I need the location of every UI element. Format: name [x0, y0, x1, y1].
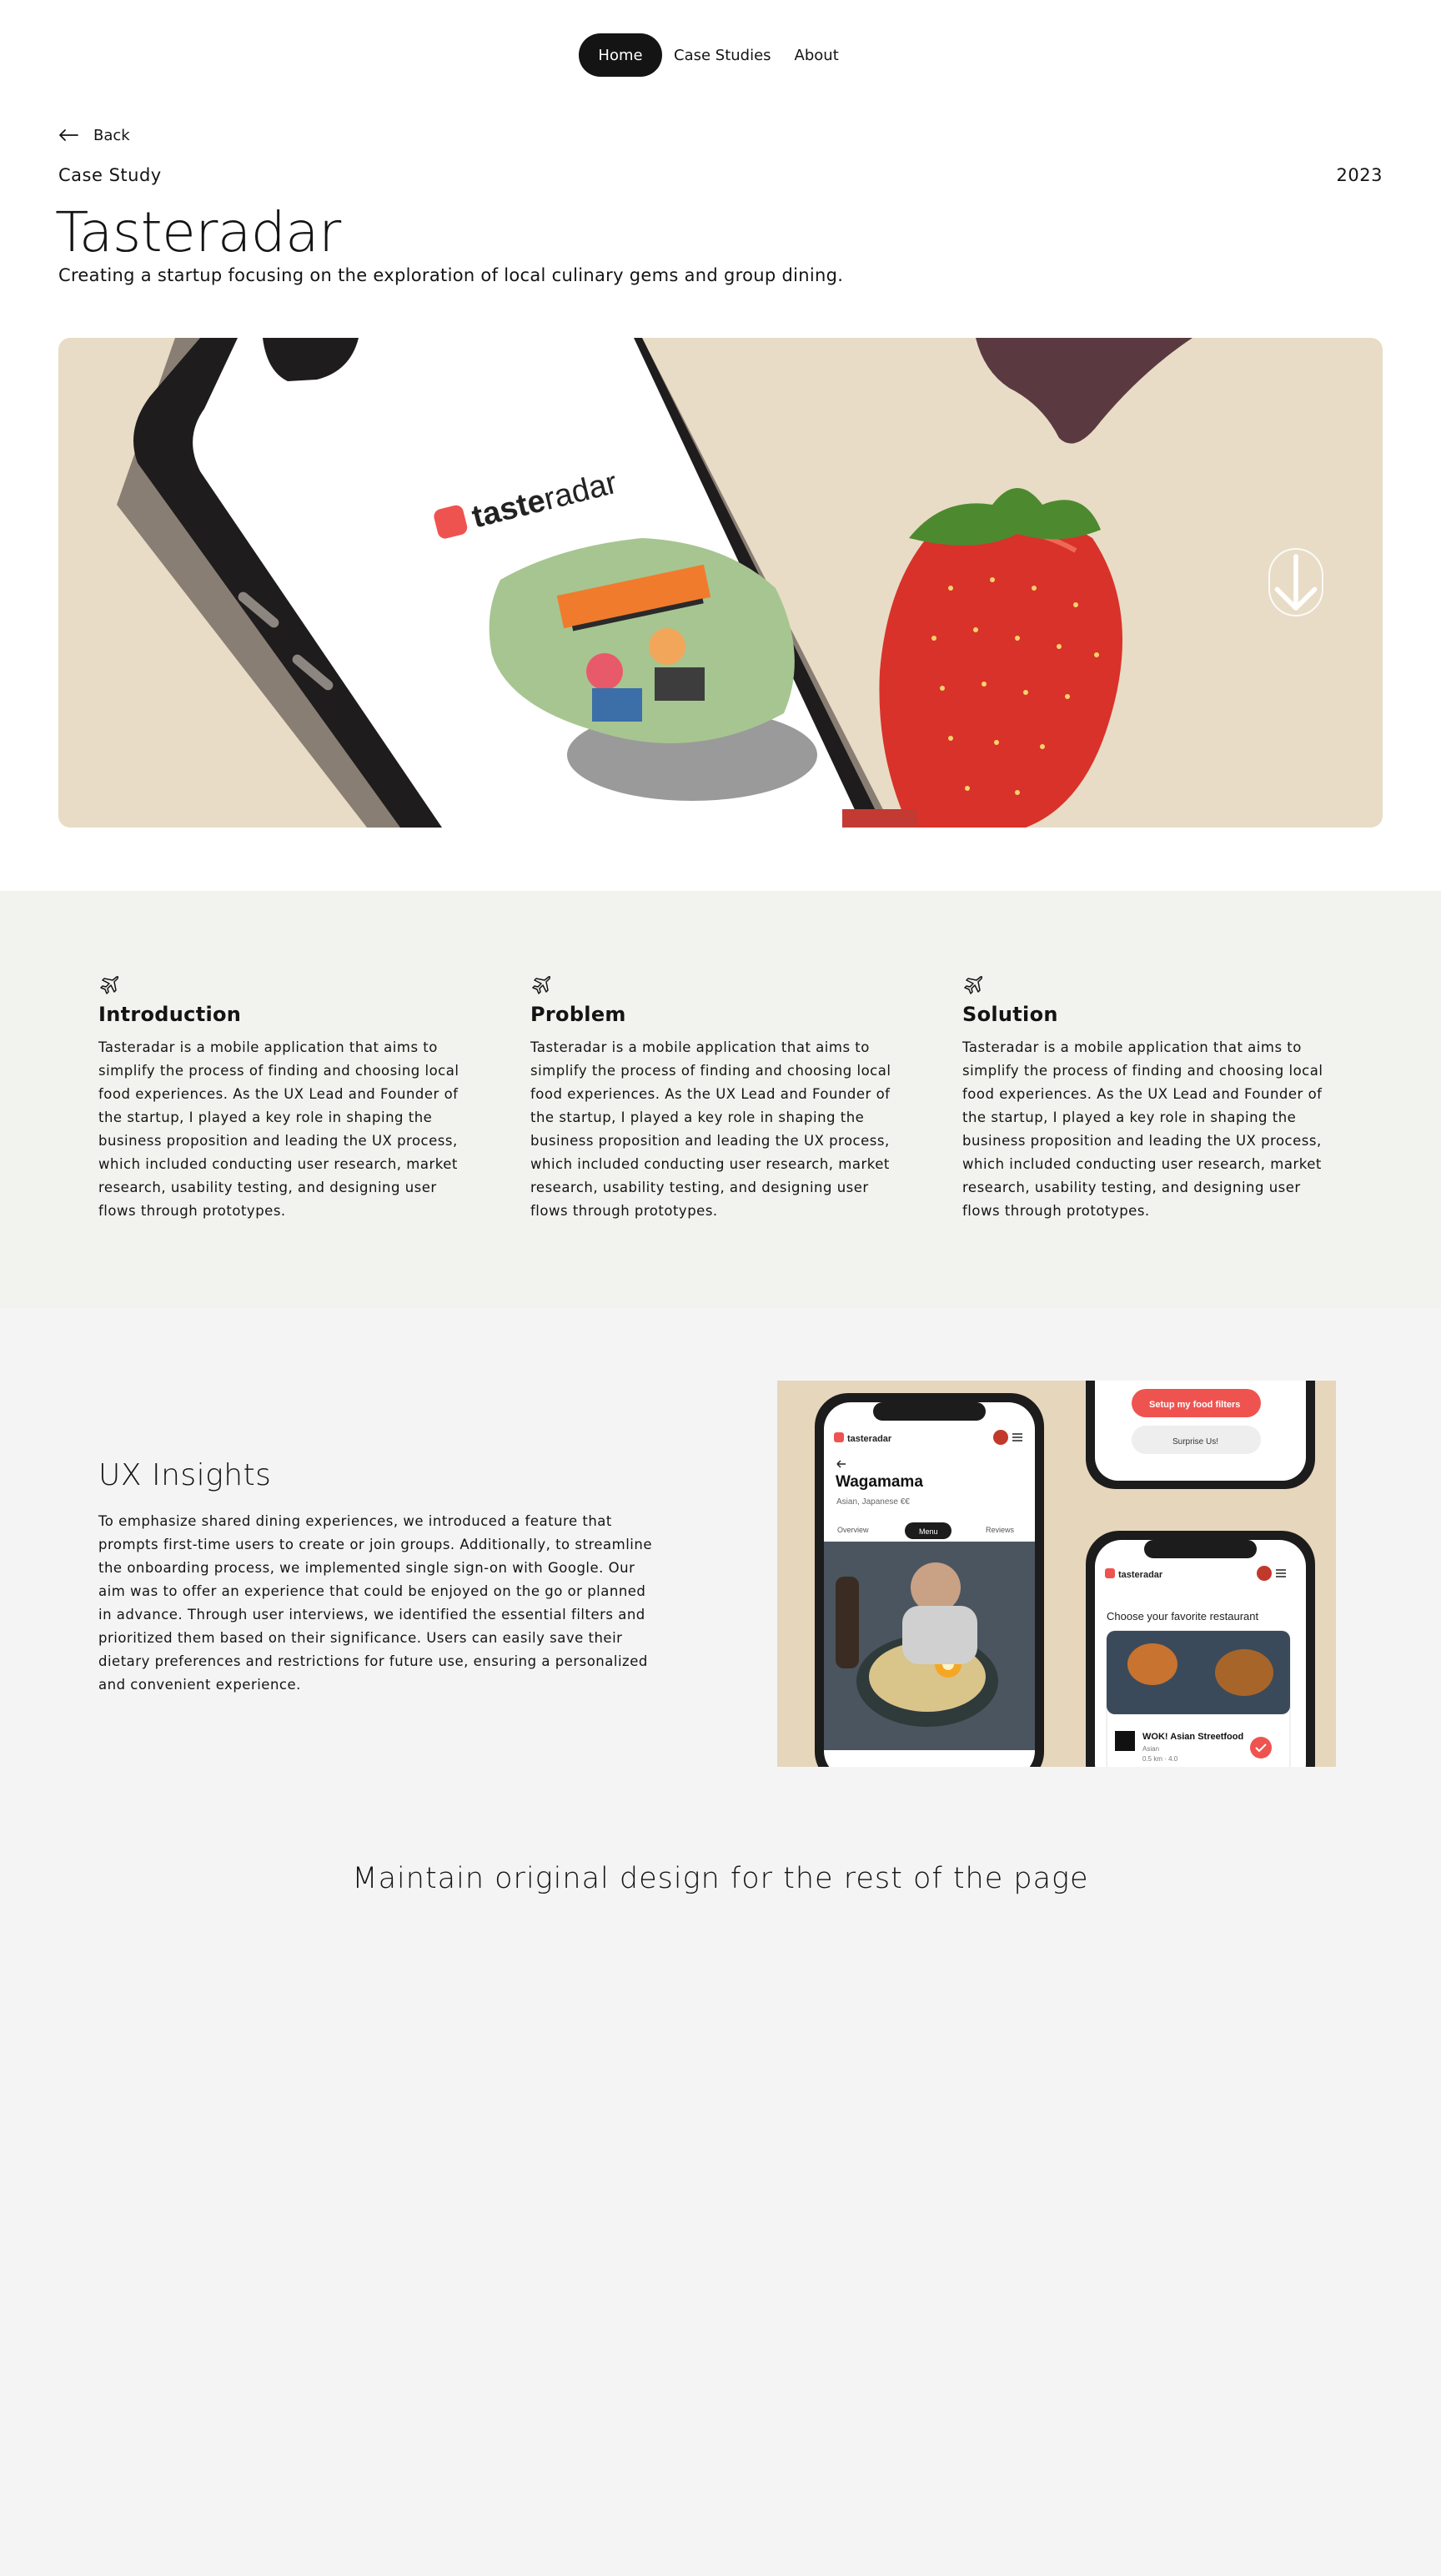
- arrow-left-icon: [59, 129, 78, 141]
- solution-title: Solution: [962, 1003, 1058, 1026]
- mockup-restaurant-name: Wagamama: [836, 1473, 923, 1491]
- info-section: Introduction Tasteradar is a mobile appl…: [0, 891, 1441, 1308]
- ux-insights-title: UX Insights: [98, 1458, 272, 1492]
- mockup-tab-overview: Overview: [837, 1526, 869, 1534]
- airplane-icon: [532, 976, 551, 994]
- problem-body: Tasteradar is a mobile application that …: [530, 1039, 891, 1219]
- mockup-tab-menu: Menu: [919, 1527, 938, 1536]
- mockup-surprise-button: Surprise Us!: [1172, 1437, 1218, 1446]
- hero-phone-illustration: tasteradar: [117, 338, 1192, 828]
- back-link[interactable]: Back: [58, 123, 130, 147]
- introduction-column: Introduction Tasteradar is a mobile appl…: [98, 974, 479, 1223]
- page-subtitle: Creating a startup focusing on the explo…: [58, 265, 844, 285]
- app-screens-mockup: tasteradar Wagamama Asian, Japanese €€ O…: [815, 1381, 1315, 1767]
- main-nav: Home Case Studies About: [579, 33, 851, 77]
- mockup-filters-button: Setup my food filters: [1149, 1400, 1240, 1410]
- scroll-down-button[interactable]: [1268, 548, 1323, 616]
- hero-image: tasteradar: [58, 338, 1383, 828]
- introduction-title: Introduction: [98, 1003, 242, 1026]
- mockup-restaurant-meta: Asian, Japanese €€: [836, 1497, 910, 1507]
- problem-column: Problem Tasteradar is a mobile applicati…: [530, 974, 911, 1223]
- page-title: Tasteradar: [55, 200, 341, 264]
- nav-case-studies[interactable]: Case Studies: [662, 33, 783, 77]
- mockup-logo: tasteradar: [847, 1434, 892, 1444]
- introduction-body: Tasteradar is a mobile application that …: [98, 1039, 459, 1219]
- arrow-down-icon: [1274, 554, 1318, 611]
- problem-title: Problem: [530, 1003, 626, 1026]
- mockup-card-meta-2: 0.5 km · 4.0: [1142, 1755, 1178, 1763]
- solution-column: Solution Tasteradar is a mobile applicat…: [962, 974, 1343, 1223]
- solution-body: Tasteradar is a mobile application that …: [962, 1039, 1323, 1219]
- eyebrow-label: Case Study: [58, 165, 162, 185]
- nav-about[interactable]: About: [783, 33, 851, 77]
- airplane-icon: [100, 976, 119, 994]
- mockup-card-name: WOK! Asian Streetfood: [1142, 1732, 1243, 1742]
- mockup-logo-2: tasteradar: [1118, 1570, 1163, 1580]
- mockup-card-meta-1: Asian: [1142, 1745, 1159, 1753]
- year-label: 2023: [1336, 165, 1383, 185]
- mockup-choose-heading: Choose your favorite restaurant: [1107, 1610, 1258, 1623]
- ux-insights-body: To emphasize shared dining experiences, …: [98, 1513, 653, 1693]
- back-label: Back: [93, 126, 130, 144]
- mockup-tab-reviews: Reviews: [986, 1526, 1015, 1534]
- nav-home[interactable]: Home: [579, 33, 662, 77]
- airplane-icon: [964, 976, 983, 994]
- ux-mockup-image: tasteradar Wagamama Asian, Japanese €€ O…: [777, 1381, 1336, 1767]
- design-note: Maintain original design for the rest of…: [352, 1862, 1089, 1895]
